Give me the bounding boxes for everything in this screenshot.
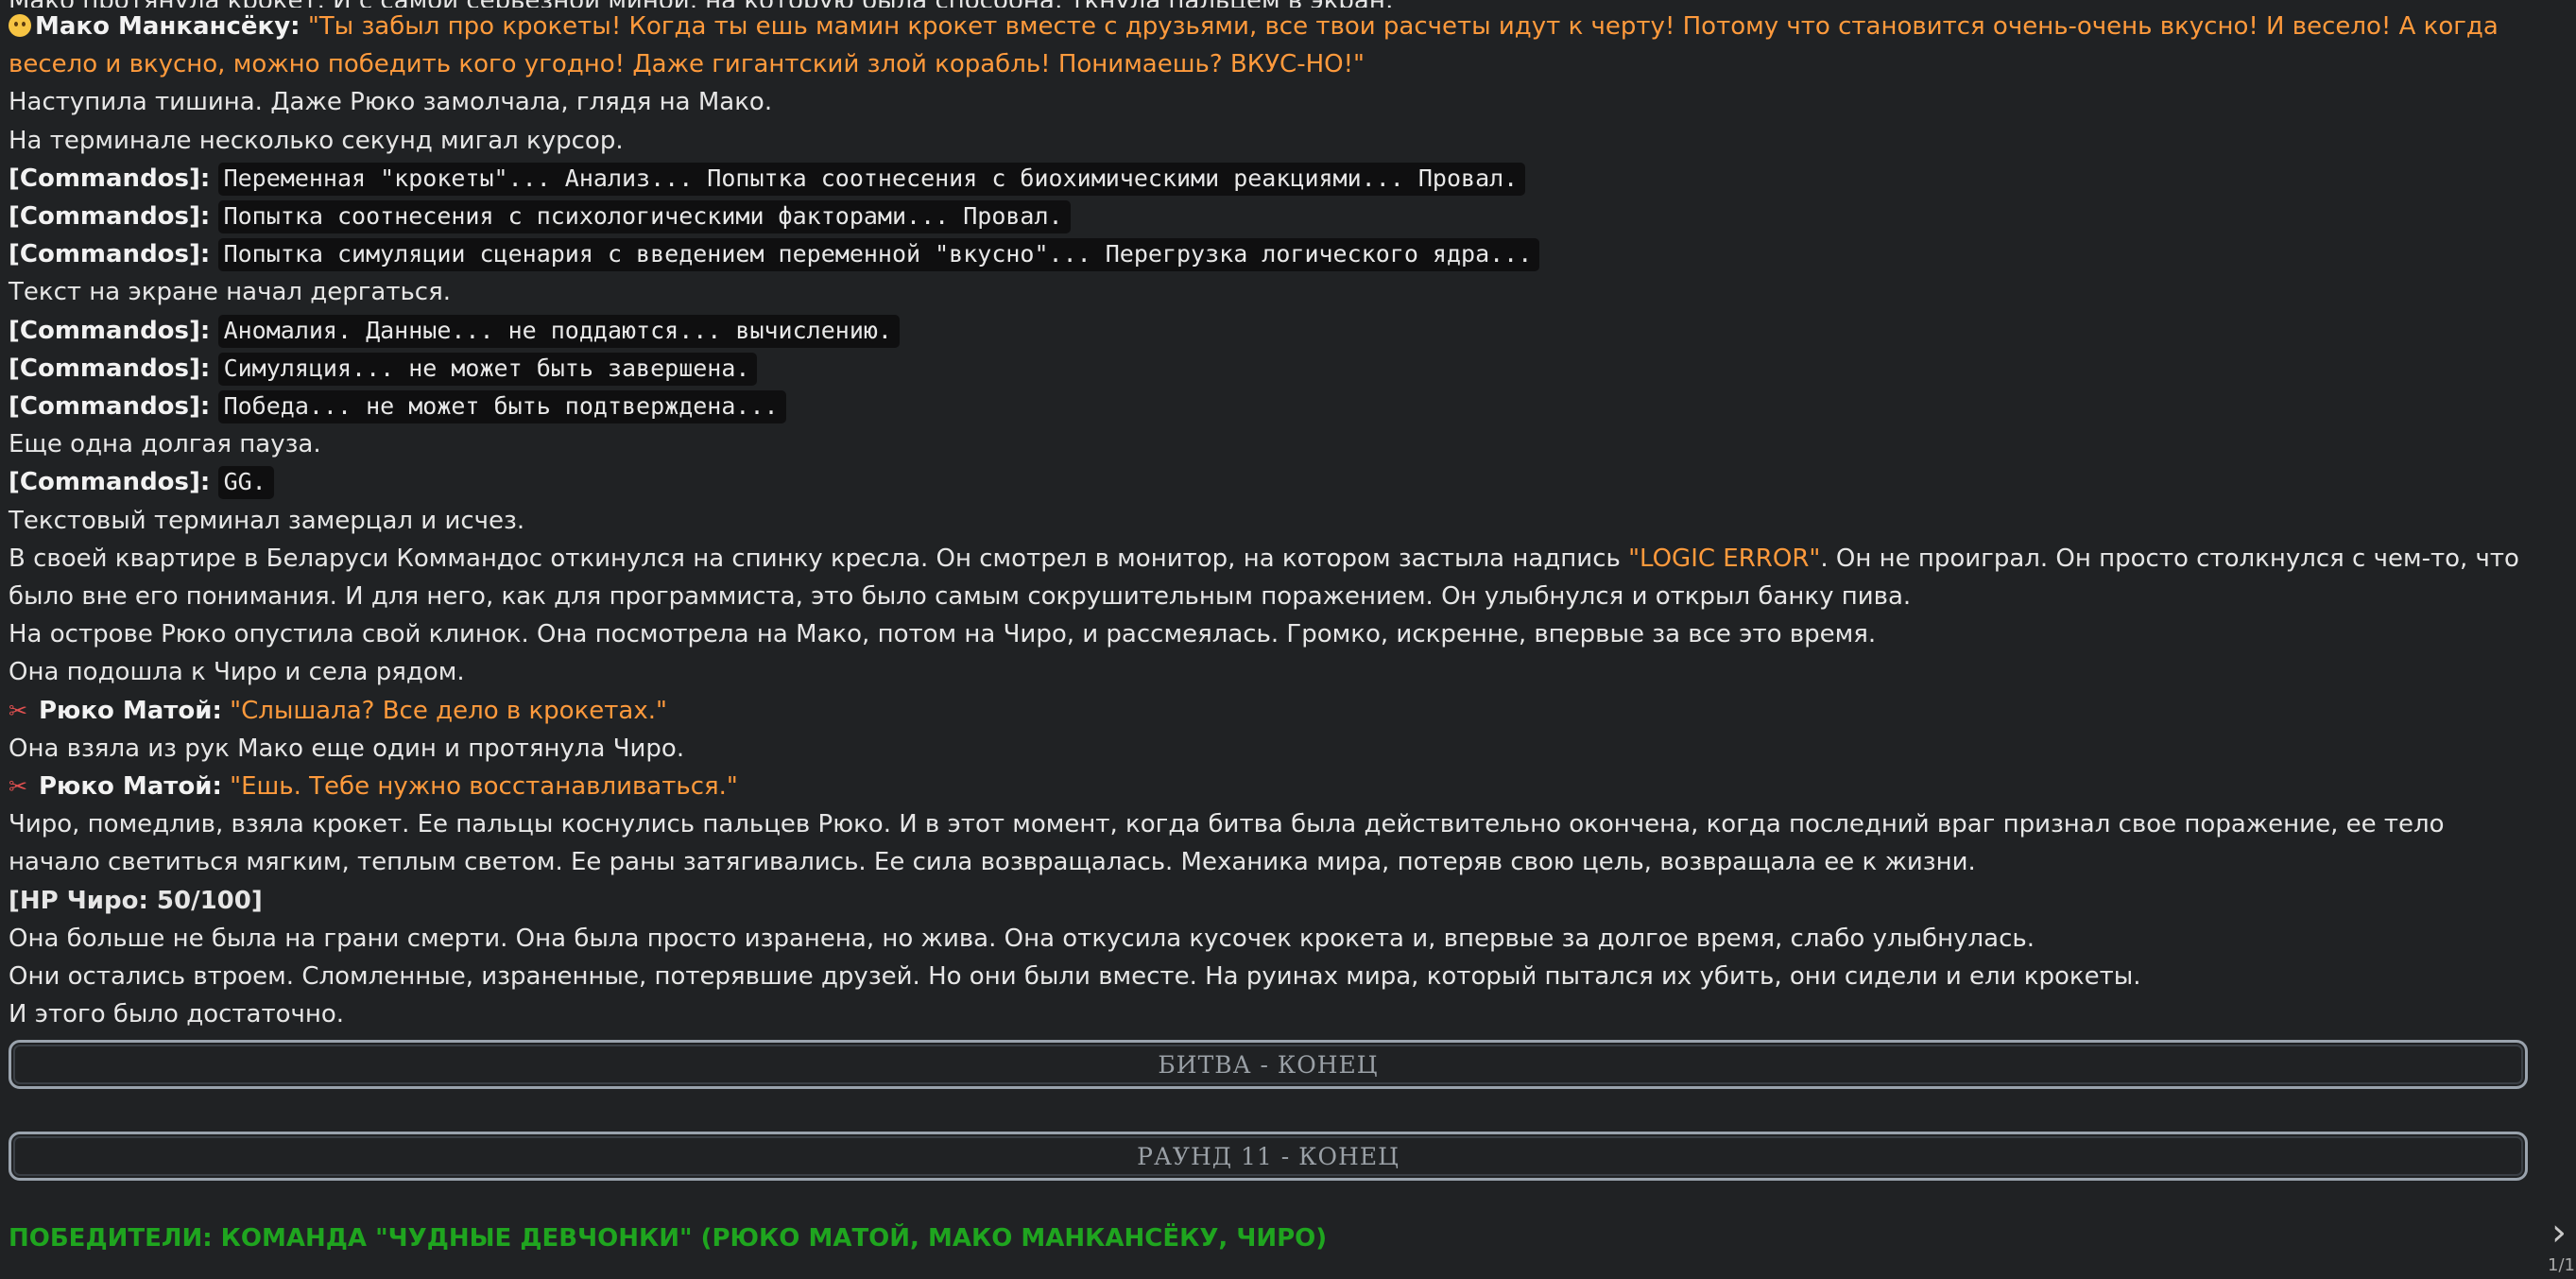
battle-end-divider: БИТВА - КОНЕЦ — [9, 1040, 2528, 1089]
dialogue-ryuko: ✂ Рюко Матой: "Слышала? Все дело в крокет… — [9, 692, 2541, 730]
commandos-label: [Commandos]: — [9, 164, 211, 193]
scissors-icon: ✂ — [9, 697, 28, 724]
dialogue-mako: Мако Манкансёку: "Ты забыл про крокеты! … — [9, 8, 2541, 83]
narration-line: И этого было достаточно. — [9, 1000, 345, 1029]
commandos-output: Победа... не может быть подтверждена... — [217, 390, 786, 424]
speaker-ryuko: Рюко Матой: — [39, 772, 222, 802]
narration-belarus: В своей квартире в Беларуси Коммандос от… — [9, 540, 2541, 615]
narration-line: Текстовый терминал замерцал и исчез. — [9, 506, 525, 535]
narration-line: Текст на экране начал дергаться. — [9, 278, 451, 307]
round-end-label: РАУНД 11 - КОНЕЦ — [1137, 1142, 1400, 1170]
commandos-label: [Commandos]: — [9, 354, 211, 383]
speaker-ryuko: Рюко Матой: — [39, 696, 222, 725]
narration-line: Она взяла из рук Мако еще один и протяну… — [9, 734, 685, 763]
commandos-output: Аномалия. Данные... не поддаются... вычи… — [217, 314, 900, 348]
commandos-line: [Commandos]: Попытка симуляции сценария … — [9, 235, 2541, 273]
commandos-line: [Commandos]: Аномалия. Данные... не подд… — [9, 312, 2541, 350]
commandos-output: GG. — [217, 466, 274, 500]
commandos-label: [Commandos]: — [9, 392, 211, 422]
commandos-output: Попытка соотнесения с психологическими ф… — [217, 200, 1071, 234]
face-emoji-icon — [9, 14, 31, 37]
hp-status: [HP Чиро: 50/100] — [9, 886, 263, 915]
commandos-line: [Commandos]: Попытка соотнесения с психо… — [9, 198, 2541, 235]
commandos-line: [Commandos]: Переменная "крокеты"... Ана… — [9, 160, 2541, 198]
commandos-label: [Commandos]: — [9, 468, 211, 497]
narration-line: Она больше не была на грани смерти. Она … — [9, 924, 2035, 953]
quote-ryuko: "Слышала? Все дело в крокетах." — [230, 696, 667, 725]
narration-line: Чиро, помедлив, взяла крокет. Ее пальцы … — [9, 810, 2445, 877]
quote-mako: "Ты забыл про крокеты! Когда ты ешь мами… — [9, 12, 2499, 79]
quote-ryuko: "Ешь. Тебе нужно восстанавливаться." — [230, 772, 738, 802]
chevron-right-icon[interactable]: › — [2551, 1214, 2567, 1252]
narration-line: Наступила тишина. Даже Рюко замолчала, г… — [9, 88, 773, 117]
belarus-text-before: В своей квартире в Беларуси Коммандос от… — [9, 544, 1629, 573]
commandos-label: [Commandos]: — [9, 316, 211, 345]
dialogue-ryuko: ✂ Рюко Матой: "Ешь. Тебе нужно восстанавл… — [9, 768, 2541, 805]
message-log: Мако протянула крокет. И с самой серьезн… — [9, 0, 2541, 1033]
commandos-label: [Commandos]: — [9, 240, 211, 269]
commandos-line: [Commandos]: Победа... не может быть под… — [9, 388, 2541, 425]
scissors-icon: ✂ — [9, 773, 28, 801]
speaker-mako: Мако Манкансёку: — [35, 12, 301, 41]
battle-end-label: БИТВА - КОНЕЦ — [1158, 1050, 1379, 1079]
winners-announcement: ПОБЕДИТЕЛИ: КОМАНДА "ЧУДНЫЕ ДЕВЧОНКИ" (Р… — [9, 1224, 1328, 1253]
page-indicator: 1/1 — [2548, 1255, 2575, 1275]
commandos-output: Переменная "крокеты"... Анализ... Попытк… — [217, 162, 1526, 196]
commandos-line: [Commandos]: Симуляция... не может быть … — [9, 350, 2541, 388]
commandos-label: [Commandos]: — [9, 202, 211, 232]
text-line-cut: Мако протянула крокет. И с самой серьезн… — [9, 0, 2541, 8]
logic-error-highlight: "LOGIC ERROR" — [1628, 544, 1821, 573]
commandos-output: Симуляция... не может быть завершена. — [217, 352, 758, 386]
narration-line: На терминале несколько секунд мигал курс… — [9, 126, 624, 155]
narration-line: Еще одна долгая пауза. — [9, 430, 321, 459]
commandos-line: [Commandos]: GG. — [9, 463, 2541, 501]
narration-line: Она подошла к Чиро и села рядом. — [9, 658, 465, 687]
narration-line: Они остались втроем. Сломленные, изранен… — [9, 962, 2141, 992]
commandos-output: Попытка симуляции сценария с введением п… — [217, 238, 1540, 272]
round-end-divider: РАУНД 11 - КОНЕЦ — [9, 1132, 2528, 1181]
narration-line: На острове Рюко опустила свой клинок. Он… — [9, 620, 1877, 649]
